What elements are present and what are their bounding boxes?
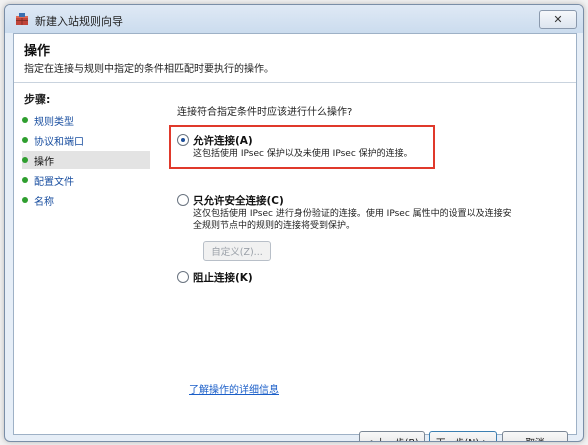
customize-button[interactable]: 自定义(Z)... xyxy=(203,241,271,261)
step-profile[interactable]: 配置文件 xyxy=(22,171,150,189)
wizard-window: 新建入站规则向导 ✕ 操作 指定在连接与规则中指定的条件相匹配时要执行的操作。 … xyxy=(4,4,584,442)
radio-allow[interactable] xyxy=(177,134,189,146)
step-label: 操作 xyxy=(34,156,54,168)
step-dot-icon xyxy=(22,117,28,123)
window-title: 新建入站规则向导 xyxy=(35,15,123,28)
next-button[interactable]: 下一步(N) > xyxy=(429,431,497,441)
step-protocol-port[interactable]: 协议和端口 xyxy=(22,131,150,149)
step-label: 配置文件 xyxy=(34,176,74,188)
close-icon: ✕ xyxy=(553,13,563,26)
back-button[interactable]: < 上一步(B) xyxy=(359,431,425,441)
step-dot-icon xyxy=(22,157,28,163)
step-dot-icon xyxy=(22,137,28,143)
description-line: 这包括使用 IPsec 保护以及未使用 IPsec 保护的连接。 xyxy=(193,149,413,159)
radio-secure-only[interactable] xyxy=(177,194,189,206)
step-action[interactable]: 操作 xyxy=(22,151,150,169)
cancel-button[interactable]: 取消 xyxy=(502,431,568,441)
radio-block[interactable] xyxy=(177,271,189,283)
wizard-content: 操作 指定在连接与规则中指定的条件相匹配时要执行的操作。 步骤: 规则类型 协议… xyxy=(13,33,577,441)
option-block-label: 阻止连接(K) xyxy=(193,272,253,284)
page-header: 操作 指定在连接与规则中指定的条件相匹配时要执行的操作。 xyxy=(14,34,576,83)
step-rule-type[interactable]: 规则类型 xyxy=(22,111,150,129)
description-line: 全规则节点中的规则的连接将受到保护。 xyxy=(193,221,356,231)
step-name[interactable]: 名称 xyxy=(22,191,150,209)
firewall-icon xyxy=(16,13,28,25)
step-label: 协议和端口 xyxy=(34,136,84,148)
page-title: 操作 xyxy=(24,44,51,59)
option-allow-label: 允许连接(A) xyxy=(193,135,253,147)
option-secure-label: 只允许安全连接(C) xyxy=(193,195,284,207)
steps-sidebar: 步骤: 规则类型 协议和端口 操作 配置文件 名称 xyxy=(14,83,154,434)
steps-title: 步骤: xyxy=(24,93,51,106)
step-dot-icon xyxy=(22,177,28,183)
step-dot-icon xyxy=(22,197,28,203)
main-panel: 连接符合指定条件时应该进行什么操作? 允许连接(A) 这包括使用 IPsec 保… xyxy=(155,83,576,441)
step-label: 名称 xyxy=(34,196,54,208)
description-line: 这仅包括使用 IPsec 进行身份验证的连接。使用 IPsec 属性中的设置以及… xyxy=(193,209,512,219)
action-question: 连接符合指定条件时应该进行什么操作? xyxy=(177,107,353,118)
page-description: 指定在连接与规则中指定的条件相匹配时要执行的操作。 xyxy=(24,64,274,75)
option-secure-description: 这仅包括使用 IPsec 进行身份验证的连接。使用 IPsec 属性中的设置以及… xyxy=(193,208,512,232)
close-button[interactable]: ✕ xyxy=(539,10,577,29)
learn-more-link[interactable]: 了解操作的详细信息 xyxy=(189,381,279,396)
option-allow-description: 这包括使用 IPsec 保护以及未使用 IPsec 保护的连接。 xyxy=(193,148,413,160)
title-bar[interactable]: 新建入站规则向导 ✕ xyxy=(5,5,583,33)
step-label: 规则类型 xyxy=(34,116,74,128)
